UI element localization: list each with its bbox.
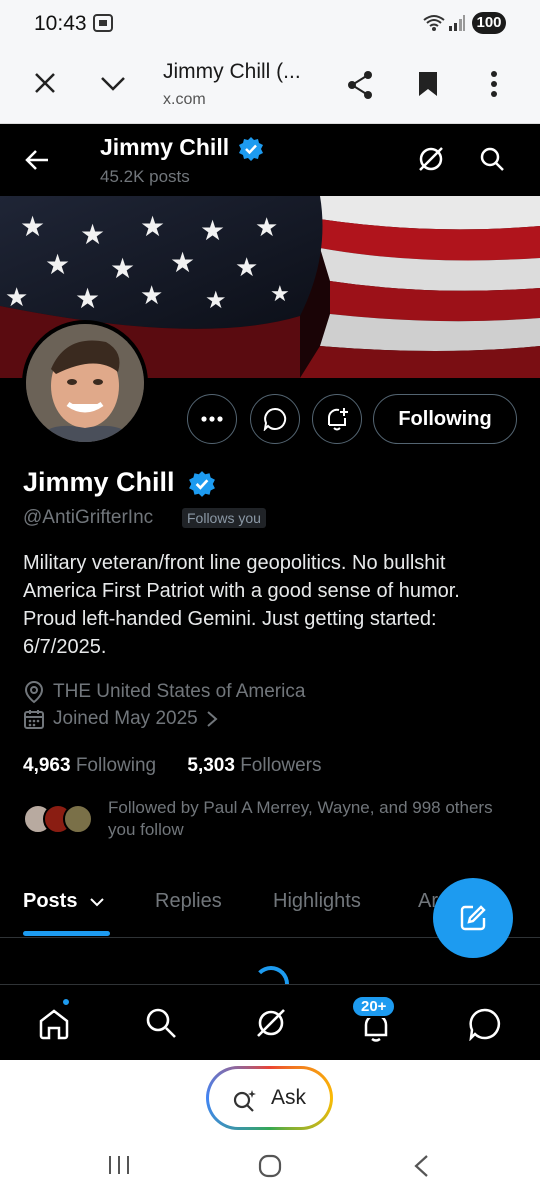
search-sparkle-icon [233,1090,256,1112]
back-icon[interactable] [412,1154,430,1178]
more-horizontal-icon [201,416,223,422]
profile-joined[interactable]: Joined May 2025 [23,708,218,730]
bell-plus-icon [328,408,348,431]
page-title: Jimmy Chill (... [163,60,301,83]
profile-avatar[interactable] [22,320,148,446]
verified-badge-icon[interactable] [188,470,216,498]
compose-icon [460,905,486,931]
notification-badge: 20+ [351,995,397,1018]
location-pin-icon [24,680,44,704]
recent-apps-icon[interactable] [107,1154,131,1176]
svg-text:★: ★ [140,280,163,310]
svg-text:★: ★ [205,287,227,314]
svg-text:★: ★ [110,253,135,284]
search-icon[interactable] [479,146,505,172]
home-unread-dot [61,997,71,1007]
battery-indicator: 100 [472,12,506,34]
system-navigation-bar [0,1140,540,1200]
close-icon[interactable] [34,72,56,94]
bottom-navigation: 20+ [0,984,540,1060]
profile-page: Jimmy Chill 45.2K posts ★ ★ ★ ★ ★ ★ ★ ★ … [0,124,540,1060]
svg-text:★: ★ [170,247,195,278]
chevron-down-icon[interactable] [100,76,126,92]
calendar-icon [24,710,44,729]
svg-text:★: ★ [75,283,100,314]
profile-location: THE United States of America [23,680,305,704]
mutual-avatar [63,804,93,834]
signal-icon [449,15,465,31]
ask-button[interactable]: Ask [206,1066,333,1130]
page-url: x.com [163,91,206,108]
back-arrow-icon[interactable] [24,148,50,172]
followed-by-text[interactable]: Followed by Paul A Merrey, Wayne, and 99… [108,797,508,841]
verified-badge-icon [239,137,263,161]
home-icon[interactable] [37,1007,71,1041]
svg-text:★: ★ [200,215,225,246]
following-stat[interactable]: 4,963 Following [23,755,156,776]
grok-icon[interactable] [417,145,445,173]
home-button-icon[interactable] [258,1154,282,1178]
svg-text:★: ★ [45,249,70,280]
svg-text:★: ★ [80,219,105,250]
joined-text: Joined May 2025 [53,708,198,729]
tab-posts[interactable]: Posts [23,890,105,913]
following-button[interactable]: Following [373,394,517,444]
location-text: THE United States of America [53,681,306,702]
compose-post-button[interactable] [433,878,513,958]
more-options-button[interactable] [187,394,237,444]
message-button[interactable] [250,394,300,444]
tab-replies[interactable]: Replies [155,890,222,913]
screenshot-icon [93,14,113,32]
status-time: 10:43 [34,12,87,35]
messages-icon[interactable] [468,1007,502,1041]
chevron-down-icon [90,898,104,907]
assistant-bar: Ask [0,1060,540,1140]
search-icon[interactable] [145,1007,177,1039]
header-display-name: Jimmy Chill [100,134,230,160]
svg-text:★: ★ [255,212,278,242]
followers-stat[interactable]: 5,303 Followers [187,755,321,776]
wifi-icon [423,15,445,31]
profile-display-name: Jimmy Chill [23,467,175,497]
avatar-photo [26,324,144,442]
profile-handle: @AntiGrifterInc [23,507,154,528]
notify-button[interactable] [312,394,362,444]
ask-label: Ask [271,1086,307,1109]
svg-text:★: ★ [270,281,290,306]
browser-toolbar: Jimmy Chill (... x.com [0,46,540,124]
chat-bubble-icon [263,407,287,431]
bookmark-icon[interactable] [417,70,439,98]
profile-bio: Military veteran/front line geopolitics.… [23,552,460,658]
grok-icon[interactable] [255,1007,287,1039]
svg-text:★: ★ [235,252,258,282]
chevron-right-icon [207,711,218,727]
tab-highlights[interactable]: Highlights [273,890,361,913]
more-vertical-icon[interactable] [490,70,498,98]
profile-header-bar: Jimmy Chill 45.2K posts [0,124,540,196]
svg-text:★: ★ [5,282,28,312]
svg-text:★: ★ [140,211,165,242]
follows-you-badge: Follows you [182,508,266,528]
share-icon[interactable] [346,70,374,100]
follow-stats: 4,963 Following 5,303 Followers [23,755,322,777]
status-bar: 10:43 100 [0,0,540,46]
active-tab-indicator [23,931,110,936]
posts-count: 45.2K posts [100,167,190,186]
svg-text:★: ★ [20,211,45,242]
